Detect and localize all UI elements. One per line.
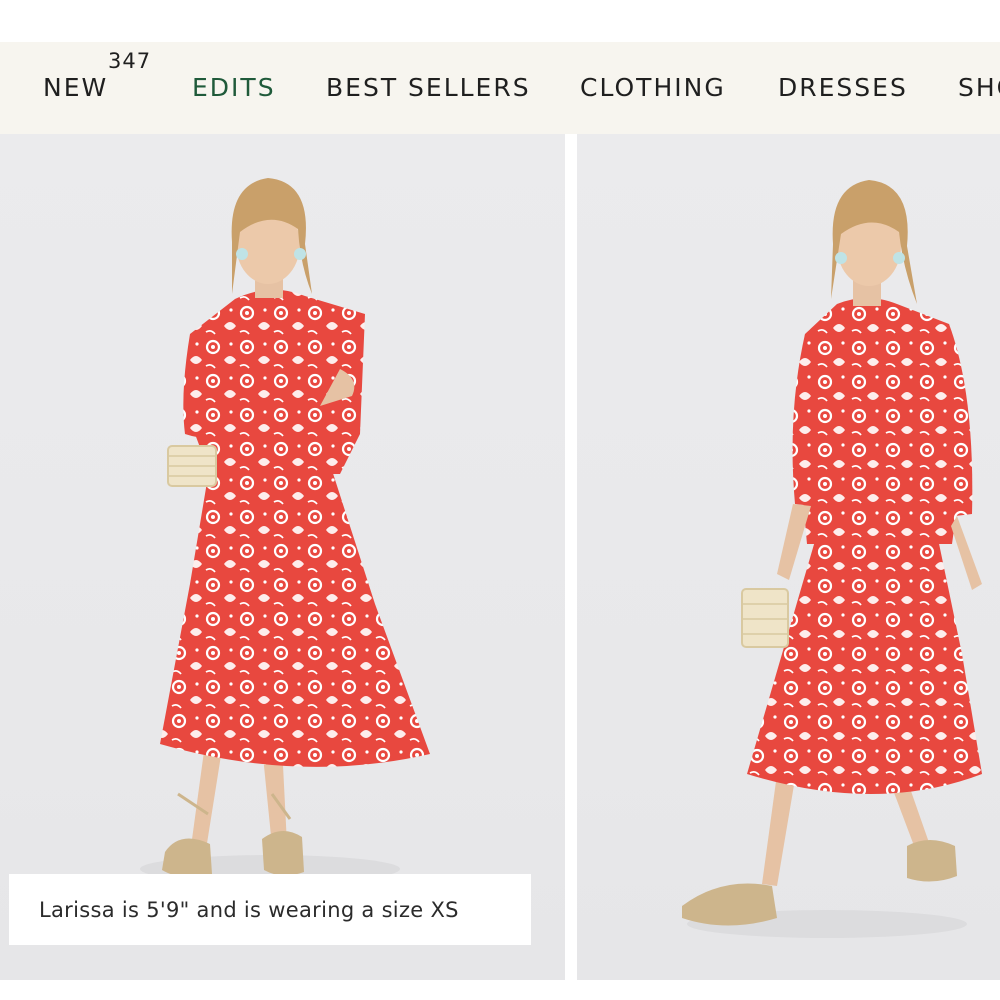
product-image-gallery: Larissa is 5'9" and is wearing a size XS: [0, 134, 1000, 1000]
nav-item-shop[interactable]: SHO: [958, 73, 1000, 102]
nav-item-best-sellers[interactable]: BEST SELLERS: [326, 73, 531, 102]
model-front-pose-image: [140, 178, 430, 883]
product-photo-walking[interactable]: [577, 134, 1000, 980]
top-spacer: [0, 0, 1000, 42]
main-navigation: 347 NEW EDITS BEST SELLERS CLOTHING DRES…: [0, 42, 1000, 134]
product-photo-front[interactable]: Larissa is 5'9" and is wearing a size XS: [0, 134, 565, 980]
nav-item-new[interactable]: NEW: [43, 73, 108, 102]
nav-item-dresses[interactable]: DRESSES: [778, 73, 908, 102]
nav-item-edits[interactable]: EDITS: [192, 73, 276, 102]
model-size-caption: Larissa is 5'9" and is wearing a size XS: [9, 874, 531, 945]
new-count-badge: 347: [108, 49, 152, 73]
model-walking-pose-image: [682, 180, 982, 938]
nav-item-clothing[interactable]: CLOTHING: [580, 73, 726, 102]
